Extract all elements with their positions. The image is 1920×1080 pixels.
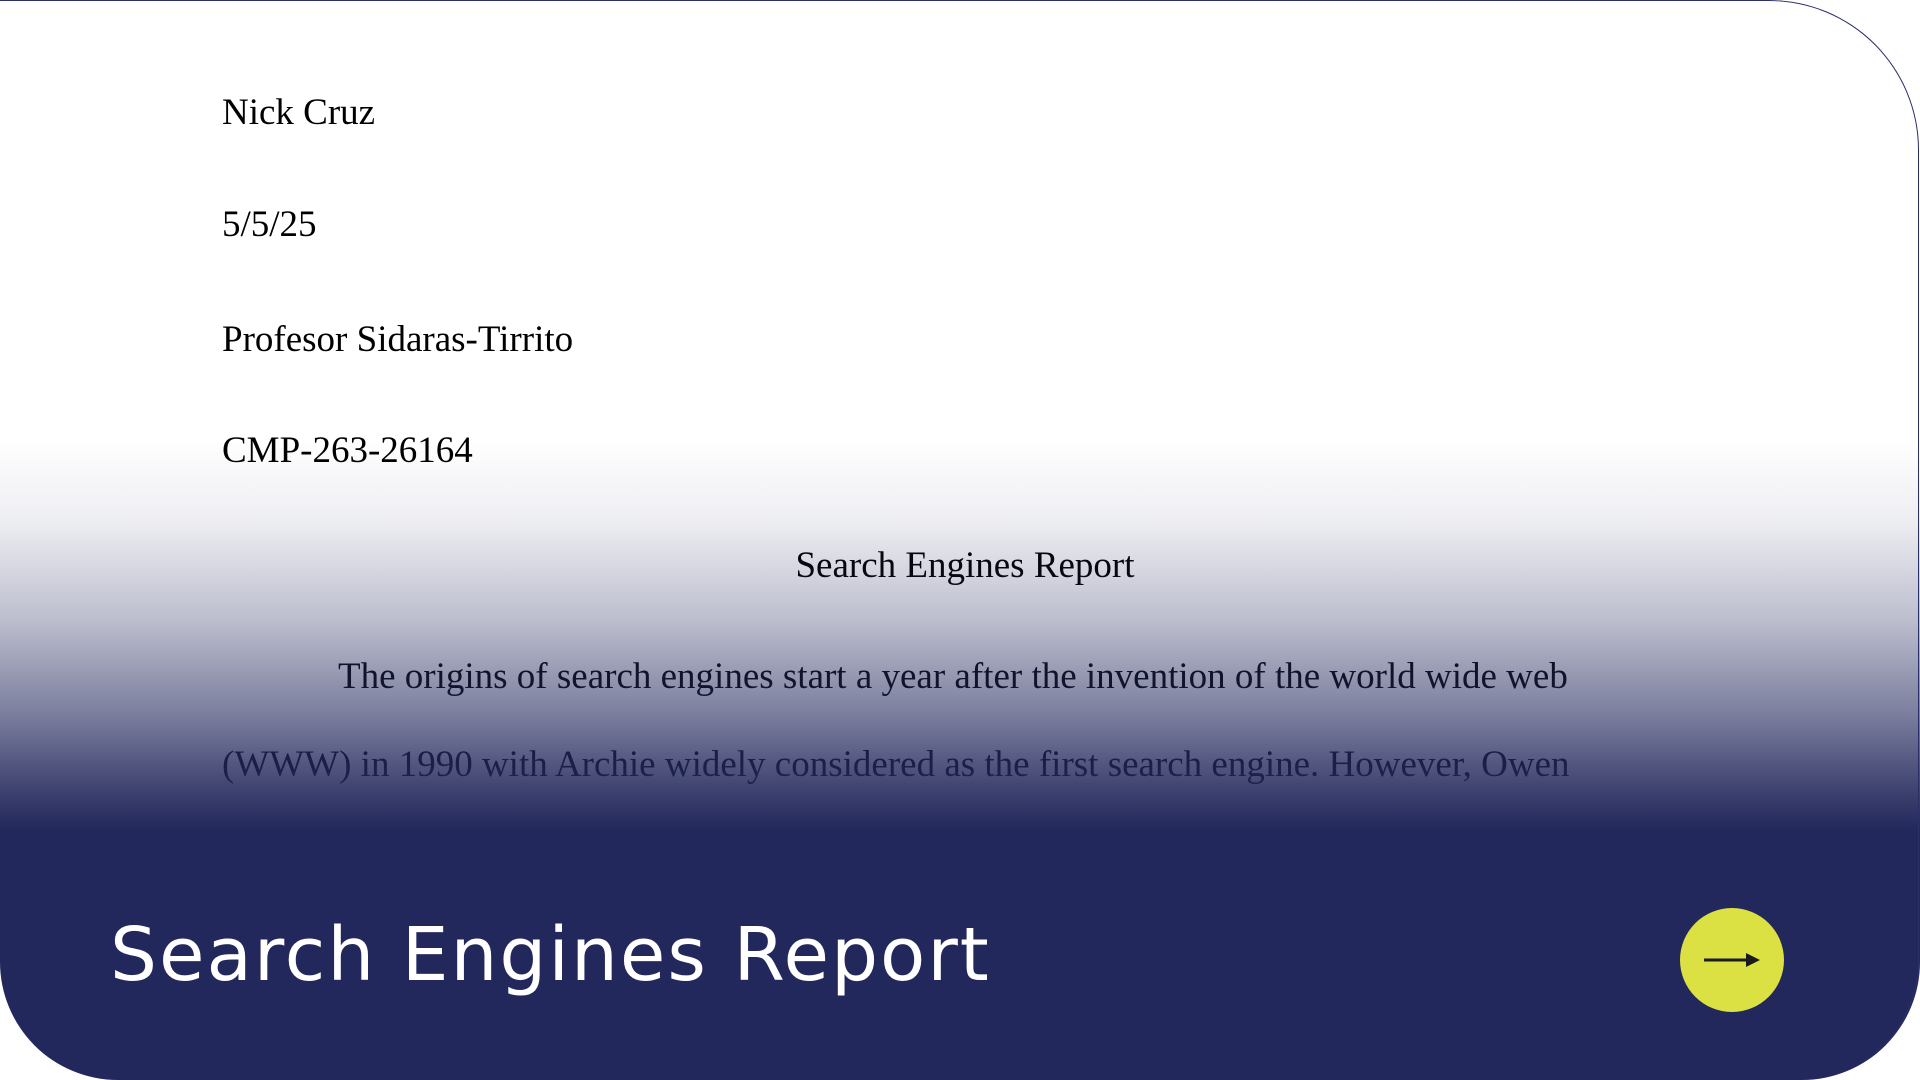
author-name: Nick Cruz (222, 92, 376, 133)
paragraph-line: (WWW) in 1990 with Archie widely conside… (222, 744, 1570, 785)
paragraph-line: The origins of search engines start a ye… (338, 656, 1568, 697)
course-code: CMP-263-26164 (222, 430, 473, 471)
document-date: 5/5/25 (222, 204, 317, 245)
card-title: Search Engines Report (110, 912, 991, 998)
arrow-right-icon (1702, 948, 1762, 972)
document-title: Search Engines Report (795, 545, 1135, 586)
open-report-button[interactable] (1680, 908, 1784, 1012)
report-card[interactable]: Nick Cruz 5/5/25 Profesor Sidaras-Tirrit… (0, 0, 1920, 1080)
professor-name: Profesor Sidaras-Tirrito (222, 319, 574, 360)
